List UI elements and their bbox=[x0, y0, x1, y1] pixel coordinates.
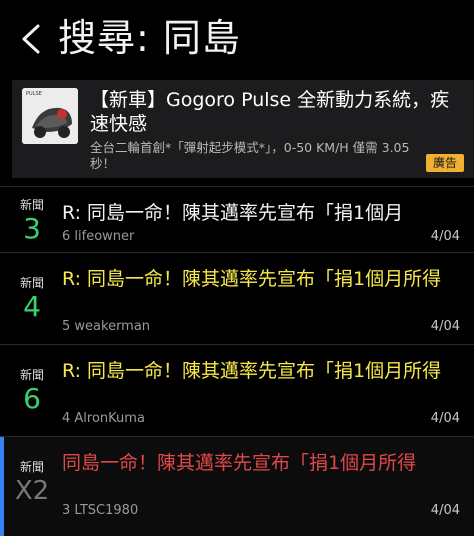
post-title: 同島一命！陳其邁率先宣布「捐1個月所得 bbox=[62, 452, 417, 474]
post-tag: 新聞 3 bbox=[0, 197, 64, 245]
post-tag: 新聞 4 bbox=[0, 275, 64, 323]
ad-thumbnail-text: PULSE bbox=[26, 91, 42, 97]
post-reply-count: 3 bbox=[23, 212, 41, 245]
post-author: 3 LTSC1980 bbox=[62, 503, 139, 518]
post-date: 4/04 bbox=[430, 319, 460, 334]
ad-badge: 廣告 bbox=[426, 154, 464, 172]
ad-banner[interactable]: PULSE 【新車】Gogoro Pulse 全新動力系統，疾速快感 全台二輪首… bbox=[12, 80, 474, 178]
post-reply-count: X2 bbox=[14, 476, 50, 506]
post-date: 4/04 bbox=[430, 411, 460, 426]
post-author: 4 AlronKuma bbox=[62, 411, 145, 426]
post-category: 新聞 bbox=[19, 198, 44, 212]
post-tag: 新聞 X2 bbox=[0, 459, 64, 507]
ad-title: 【新車】Gogoro Pulse 全新動力系統，疾速快感 bbox=[90, 89, 450, 135]
post-date: 4/04 bbox=[430, 229, 460, 244]
post-author: 5 weakerman bbox=[62, 319, 151, 334]
post-row[interactable]: 新聞 6 R: 同島一命！陳其邁率先宣布「捐1個月所得 4 AlronKuma … bbox=[0, 344, 474, 437]
post-reply-count: 4 bbox=[23, 290, 41, 323]
post-title: R: 同島一命！陳其邁率先宣布「捐1個月 bbox=[62, 202, 404, 224]
post-reply-count: 6 bbox=[23, 382, 41, 415]
post-row-selected[interactable]: 新聞 X2 同島一命！陳其邁率先宣布「捐1個月所得 3 LTSC1980 4/0… bbox=[0, 436, 474, 536]
ad-thumbnail: PULSE bbox=[22, 88, 78, 144]
post-tag: 新聞 6 bbox=[0, 367, 64, 415]
post-category: 新聞 bbox=[19, 368, 44, 382]
post-category: 新聞 bbox=[19, 460, 44, 474]
ad-description: 全台二輪首創*「彈射起步模式*」，0-50 KM/H 僅需 3.05 秒！ bbox=[90, 140, 410, 171]
post-title: R: 同島一命！陳其邁率先宣布「捐1個月所得 bbox=[62, 268, 442, 290]
post-row[interactable]: 新聞 4 R: 同島一命！陳其邁率先宣布「捐1個月所得 5 weakerman … bbox=[0, 252, 474, 345]
nav-header: 搜尋: 同島 bbox=[0, 0, 474, 78]
post-row[interactable]: 新聞 3 R: 同島一命！陳其邁率先宣布「捐1個月 6 lifeowner 4/… bbox=[0, 186, 474, 253]
chevron-left-icon[interactable] bbox=[18, 22, 48, 56]
post-author: 6 lifeowner bbox=[62, 229, 135, 244]
post-date: 4/04 bbox=[430, 503, 460, 518]
post-title: R: 同島一命！陳其邁率先宣布「捐1個月所得 bbox=[62, 360, 442, 382]
post-category: 新聞 bbox=[19, 276, 44, 290]
page-title: 搜尋: 同島 bbox=[58, 16, 241, 60]
